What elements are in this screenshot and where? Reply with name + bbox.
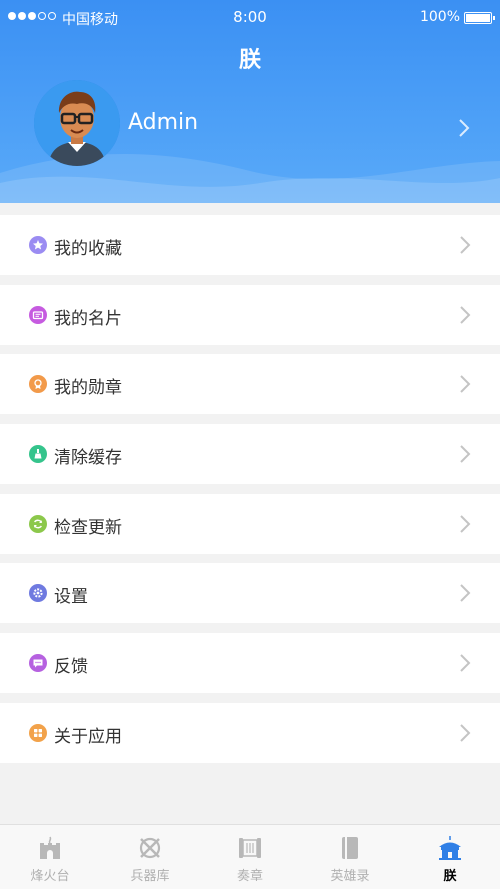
menu-item-medals[interactable]: 我的勋章 <box>0 354 500 415</box>
chevron-right-icon <box>460 654 471 672</box>
menu-item-about[interactable]: 关于应用 <box>0 702 500 763</box>
tab-beacon-tower[interactable]: 烽火台 <box>0 825 100 889</box>
tab-heroes[interactable]: 英雄录 <box>300 825 400 889</box>
profile-row[interactable]: Admin <box>0 80 500 170</box>
bottom-tab-bar: 烽火台 兵器库 奏章 英雄录 朕 <box>0 824 500 889</box>
chevron-right-icon <box>460 724 471 742</box>
chat-icon <box>29 654 47 673</box>
menu-item-label: 设置 <box>54 587 88 608</box>
menu-item-feedback[interactable]: 反馈 <box>0 633 500 694</box>
chevron-right-icon <box>460 305 471 324</box>
beacon-tower-icon <box>40 836 60 859</box>
menu-item-label: 关于应用 <box>54 726 122 747</box>
settings-menu: 我的收藏 我的名片 我的勋章 清除缓存 检查更新 设置 反馈 关于应用 <box>0 215 500 773</box>
chevron-right-icon <box>460 236 471 254</box>
page-title: 朕 <box>238 48 261 73</box>
menu-item-check-update[interactable]: 检查更新 <box>0 493 500 554</box>
tab-memorials[interactable]: 奏章 <box>200 825 300 889</box>
palace-icon <box>439 836 461 860</box>
menu-item-label: 检查更新 <box>54 517 122 538</box>
tab-label: 英雄录 <box>330 869 370 884</box>
star-icon <box>29 236 47 254</box>
chevron-right-icon <box>460 584 471 603</box>
tab-label: 烽火台 <box>30 869 70 884</box>
book-icon <box>342 837 358 859</box>
broom-icon <box>29 445 47 464</box>
gear-icon <box>29 584 47 603</box>
tab-weapons[interactable]: 兵器库 <box>100 825 200 889</box>
tab-label: 奏章 <box>236 869 263 884</box>
scroll-icon <box>239 838 261 858</box>
chevron-right-icon <box>460 375 471 394</box>
tab-me[interactable]: 朕 <box>400 825 500 889</box>
tab-label: 兵器库 <box>130 869 170 884</box>
menu-item-clear-cache[interactable]: 清除缓存 <box>0 424 500 485</box>
chevron-right-icon[interactable] <box>458 118 470 138</box>
grid-icon <box>29 723 47 742</box>
menu-item-label: 清除缓存 <box>54 448 122 469</box>
chevron-right-icon <box>460 515 471 533</box>
chevron-right-icon <box>460 445 471 463</box>
menu-item-label: 我的勋章 <box>54 378 122 399</box>
menu-item-settings[interactable]: 设置 <box>0 563 500 624</box>
battery-icon <box>464 12 495 24</box>
avatar[interactable] <box>34 80 120 166</box>
tab-label: 朕 <box>443 869 457 884</box>
medal-icon <box>29 375 47 394</box>
weapons-icon <box>139 837 161 859</box>
battery-percent: 100% <box>419 9 460 25</box>
menu-item-label: 我的收藏 <box>54 239 122 259</box>
menu-item-label: 反馈 <box>54 657 88 678</box>
card-icon <box>29 305 47 324</box>
profile-header: 中国移动 8:00 100% 朕 Admin <box>0 0 500 203</box>
profile-username: Admin <box>128 110 199 135</box>
status-bar: 中国移动 8:00 100% <box>0 0 500 36</box>
menu-item-favorites[interactable]: 我的收藏 <box>0 215 500 275</box>
avatar-illustration-icon <box>34 80 120 166</box>
menu-item-label: 我的名片 <box>54 308 122 329</box>
menu-item-business-card[interactable]: 我的名片 <box>0 284 500 345</box>
refresh-icon <box>29 514 47 533</box>
